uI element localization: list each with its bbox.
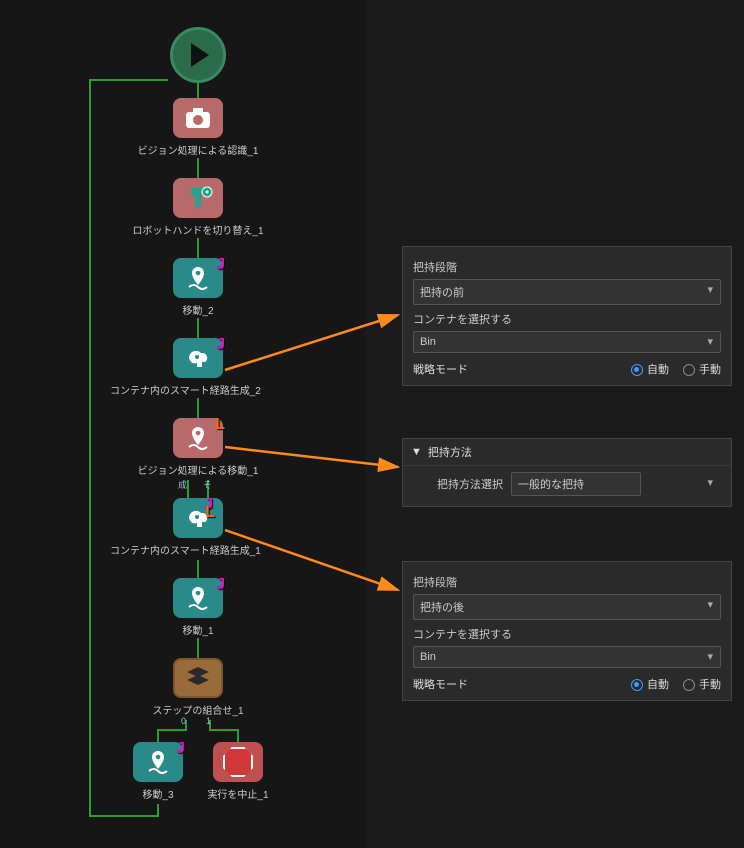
caret-down-icon: ▼ bbox=[411, 446, 422, 458]
gripper-gear-icon bbox=[183, 184, 213, 212]
mode-label: 戦略モード bbox=[413, 676, 617, 692]
panel-header[interactable]: ▼ 把持方法 bbox=[403, 439, 731, 466]
node-vision-recognition-1[interactable] bbox=[173, 98, 223, 138]
mode-label: 戦略モード bbox=[413, 361, 617, 377]
stop-icon bbox=[223, 747, 253, 777]
node-step-combo-1-label: ステップの組合せ_1 bbox=[128, 702, 268, 717]
joint-badge-icon: J bbox=[176, 740, 185, 758]
play-icon bbox=[191, 43, 209, 67]
joint-badge-icon: J bbox=[216, 336, 225, 354]
stage-label: 把持段階 bbox=[413, 574, 721, 590]
node-tool-switch-1-label: ロボットハンドを切り替え_1 bbox=[128, 222, 268, 237]
node-smart-path-1[interactable]: J L bbox=[173, 498, 223, 538]
waypoint-icon bbox=[184, 425, 212, 451]
grasp-method-key: 把持方法選択 bbox=[413, 476, 503, 492]
node-stop-1-label: 実行を中止_1 bbox=[168, 786, 308, 801]
radio-manual[interactable]: 手動 bbox=[683, 676, 721, 692]
radio-manual[interactable]: 手動 bbox=[683, 361, 721, 377]
camera-icon bbox=[184, 106, 212, 130]
node-tool-switch-1[interactable] bbox=[173, 178, 223, 218]
waypoint-icon bbox=[184, 265, 212, 291]
waypoint-icon bbox=[144, 749, 172, 775]
start-node[interactable] bbox=[170, 27, 226, 83]
flow-canvas[interactable]: ビジョン処理による認識_1 ロボットハンドを切り替え_1 J 移動_2 J コン… bbox=[0, 0, 365, 848]
port-else-label: そ bbox=[203, 478, 212, 491]
node-move-2[interactable]: J bbox=[173, 258, 223, 298]
prop-panel-grasp-method: ▼ 把持方法 把持方法選択 一般的な把持 bbox=[402, 438, 732, 507]
stage-select[interactable]: 把持の後 bbox=[413, 594, 721, 620]
waypoint-icon bbox=[184, 585, 212, 611]
joint-badge-icon: J bbox=[216, 256, 225, 274]
node-smart-path-2[interactable]: J bbox=[173, 338, 223, 378]
grasp-method-select[interactable]: 一般的な把持 bbox=[511, 472, 641, 496]
container-label: コンテナを選択する bbox=[413, 311, 721, 327]
joint-badge-icon: J bbox=[216, 576, 225, 594]
node-vision-move-1[interactable]: L bbox=[173, 418, 223, 458]
prop-panel-before-grasp: 把持段階 把持の前 コンテナを選択する Bin 戦略モード 自動 手動 bbox=[402, 246, 732, 386]
node-smart-path-2-label: コンテナ内のスマート経路生成_2 bbox=[110, 382, 250, 397]
linear-badge-icon: L bbox=[215, 416, 225, 434]
port-0-label: 0 bbox=[181, 716, 186, 726]
node-move-1[interactable]: J bbox=[173, 578, 223, 618]
container-label: コンテナを選択する bbox=[413, 626, 721, 642]
linear-badge-icon: L bbox=[205, 504, 215, 522]
node-vision-move-1-label: ビジョン処理による移動_1 bbox=[128, 462, 268, 477]
node-smart-path-1-label: コンテナ内のスマート経路生成_1 bbox=[110, 542, 250, 557]
layers-icon bbox=[183, 664, 213, 692]
radio-auto[interactable]: 自動 bbox=[631, 676, 669, 692]
node-move-2-label: 移動_2 bbox=[128, 302, 268, 317]
prop-panel-after-grasp: 把持段階 把持の後 コンテナを選択する Bin 戦略モード 自動 手動 bbox=[402, 561, 732, 701]
port-success-label: 成 bbox=[178, 478, 187, 491]
container-select[interactable]: Bin bbox=[413, 331, 721, 353]
node-stop-1[interactable] bbox=[213, 742, 263, 782]
node-move-1-label: 移動_1 bbox=[128, 622, 268, 637]
stage-label: 把持段階 bbox=[413, 259, 721, 275]
node-vision-recognition-1-label: ビジョン処理による認識_1 bbox=[128, 142, 268, 157]
node-move-3[interactable]: J bbox=[133, 742, 183, 782]
panel-title: 把持方法 bbox=[428, 444, 472, 460]
node-step-combo-1[interactable] bbox=[173, 658, 223, 698]
brain-path-icon bbox=[183, 344, 213, 372]
radio-auto[interactable]: 自動 bbox=[631, 361, 669, 377]
port-1-label: 1 bbox=[206, 716, 211, 726]
stage-select[interactable]: 把持の前 bbox=[413, 279, 721, 305]
container-select[interactable]: Bin bbox=[413, 646, 721, 668]
